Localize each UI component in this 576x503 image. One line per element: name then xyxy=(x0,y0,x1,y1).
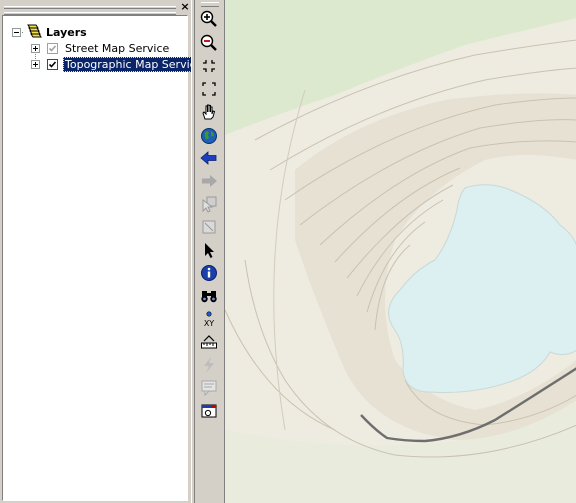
time-slider-window-icon xyxy=(201,404,217,418)
toc-tree: Layers Street Map Service Topographic Ma… xyxy=(2,15,205,501)
layer-row-topographic-map[interactable]: Topographic Map Service xyxy=(31,56,205,72)
toc-root-row[interactable]: Layers xyxy=(12,24,87,40)
zoom-in-button[interactable] xyxy=(198,8,220,30)
collapse-root-toggle[interactable] xyxy=(12,27,21,37)
layer-label-selected: Topographic Map Service xyxy=(63,56,205,72)
identify-icon xyxy=(201,265,217,281)
zoom-out-icon xyxy=(200,34,217,51)
map-toolbar: XY xyxy=(195,0,224,503)
select-features-icon xyxy=(202,196,217,213)
identify-button[interactable] xyxy=(198,262,220,284)
fixed-zoom-in-icon xyxy=(203,60,215,72)
toc-drag-grip[interactable] xyxy=(4,3,176,15)
layers-icon xyxy=(27,24,42,38)
full-extent-button[interactable] xyxy=(198,125,220,147)
expand-layer-toggle[interactable] xyxy=(31,59,40,69)
select-elements-arrow-icon xyxy=(205,243,214,258)
forward-arrow-icon xyxy=(202,175,217,187)
measure-icon xyxy=(201,335,217,349)
html-popup-button[interactable] xyxy=(198,377,220,399)
fixed-zoom-in-button[interactable] xyxy=(198,55,220,77)
toolbar-grip[interactable] xyxy=(201,2,219,7)
layer-row-street-map[interactable]: Street Map Service xyxy=(31,40,171,56)
go-to-xy-label: XY xyxy=(204,319,214,328)
go-to-xy-button[interactable]: XY xyxy=(198,308,220,330)
table-of-contents-panel: × Layers Street Map Service Topographic … xyxy=(0,0,205,503)
back-button[interactable] xyxy=(198,147,220,169)
find-binoculars-icon xyxy=(201,291,217,303)
layer-label: Street Map Service xyxy=(65,41,170,55)
toc-root-label: Layers xyxy=(46,25,87,39)
html-popup-icon xyxy=(201,380,217,397)
go-to-xy-icon: XY xyxy=(204,311,214,328)
hyperlink-lightning-icon xyxy=(204,357,214,373)
clear-selection-icon xyxy=(202,220,216,234)
expand-layer-toggle[interactable] xyxy=(31,43,40,53)
layer-visibility-checkbox[interactable] xyxy=(47,58,58,70)
topographic-map[interactable] xyxy=(225,0,576,503)
zoom-in-icon xyxy=(200,10,217,27)
fixed-zoom-out-button[interactable] xyxy=(198,78,220,100)
clear-selection-button[interactable] xyxy=(198,216,220,238)
select-features-button[interactable] xyxy=(198,193,220,215)
toc-close-button[interactable]: × xyxy=(179,1,191,13)
full-extent-globe-icon xyxy=(201,128,217,144)
find-button[interactable] xyxy=(198,285,220,307)
measure-button[interactable] xyxy=(198,332,220,354)
map-view[interactable] xyxy=(224,0,576,503)
back-arrow-icon xyxy=(200,151,217,165)
time-slider-button[interactable] xyxy=(198,400,220,422)
fixed-zoom-out-icon xyxy=(202,82,216,96)
zoom-out-button[interactable] xyxy=(198,32,220,54)
hyperlink-button[interactable] xyxy=(198,354,220,376)
layer-visibility-checkbox[interactable] xyxy=(47,42,58,54)
select-elements-button[interactable] xyxy=(198,239,220,261)
pan-button[interactable] xyxy=(198,101,220,123)
pan-hand-icon xyxy=(202,104,216,120)
forward-button[interactable] xyxy=(198,170,220,192)
